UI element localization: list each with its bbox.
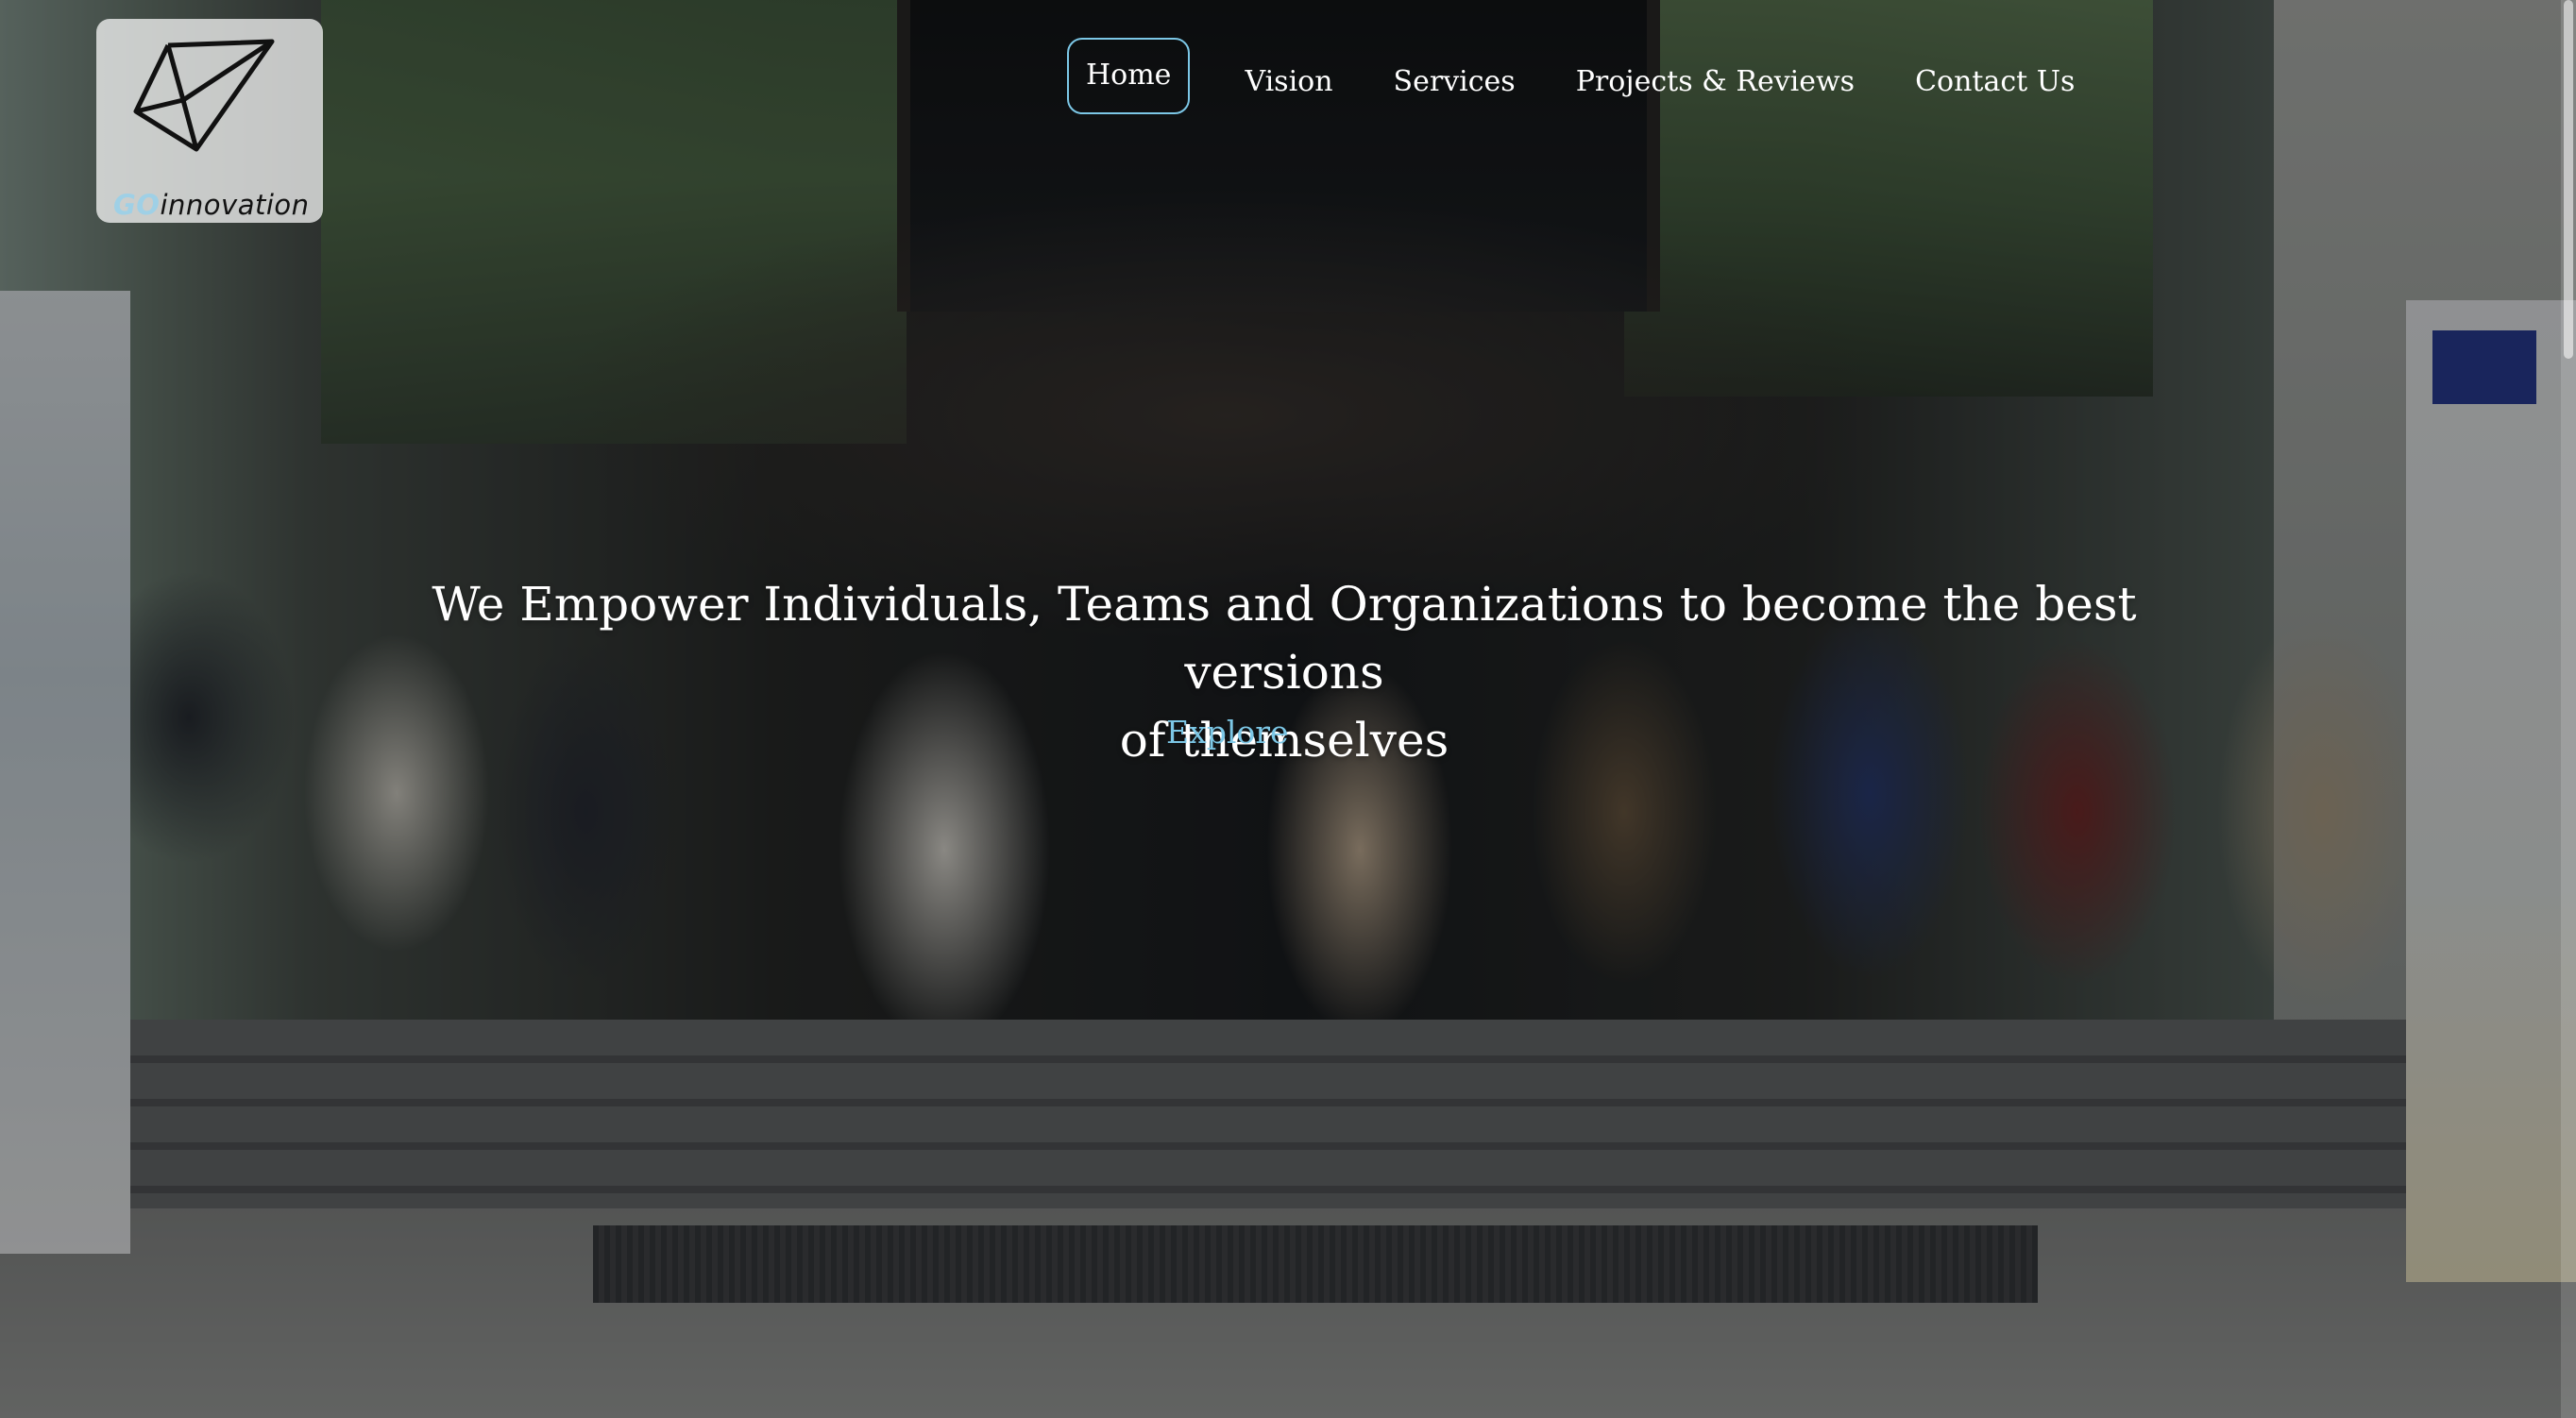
explore-link[interactable]: Explore: [1166, 714, 1289, 751]
nav-vision[interactable]: Vision: [1218, 48, 1359, 115]
page-scrollbar[interactable]: [2561, 0, 2576, 1418]
nav-home[interactable]: Home: [1067, 37, 1191, 114]
logo-wordmark-go: GO: [113, 189, 161, 221]
site-logo[interactable]: GOinnovation: [96, 19, 323, 223]
nav-services[interactable]: Services: [1367, 48, 1542, 115]
hero-headline-line-1: We Empower Individuals, Teams and Organi…: [432, 577, 2137, 700]
logo-wordmark: GOinnovation: [113, 189, 310, 221]
logo-wordmark-rest: innovation: [160, 189, 310, 221]
scrollbar-thumb[interactable]: [2564, 0, 2573, 359]
polygon-logo-icon: [133, 39, 275, 152]
hero-section: GOinnovation Home Vision Services Projec…: [0, 0, 2576, 1418]
nav-projects-reviews[interactable]: Projects & Reviews: [1550, 48, 1881, 115]
nav-contact-us[interactable]: Contact Us: [1889, 48, 2101, 115]
main-nav: Home Vision Services Projects & Reviews …: [1067, 36, 2109, 127]
